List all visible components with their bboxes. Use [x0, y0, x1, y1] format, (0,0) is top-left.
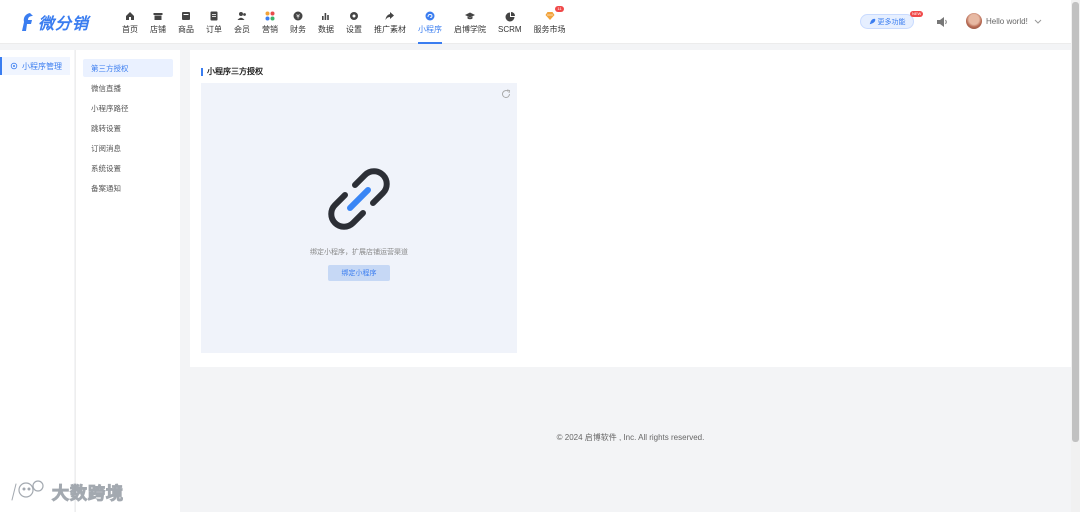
- user-menu[interactable]: Hello world!: [966, 13, 1042, 29]
- nav-item-7[interactable]: 数据: [312, 0, 340, 44]
- rail-item-mini-program-manage[interactable]: 小程序管理: [0, 57, 70, 75]
- more-features-label: 更多功能: [877, 18, 906, 26]
- nav-item-11[interactable]: 启博学院: [448, 0, 492, 44]
- rocket-icon: [869, 18, 875, 25]
- data-icon: [320, 10, 332, 22]
- sub-menu-item[interactable]: 系统设置: [83, 159, 173, 177]
- bind-mini-program-button[interactable]: 绑定小程序: [328, 265, 390, 281]
- main-card: 小程序三方授权 绑定小程序，扩展店铺运营渠道 绑定小程序: [190, 50, 1071, 367]
- nav-item-13[interactable]: 服务市场 11: [528, 0, 572, 44]
- order-icon: [208, 10, 220, 22]
- new-badge: NEW: [910, 11, 924, 17]
- finance-icon: ¥: [293, 11, 303, 20]
- svg-text:¥: ¥: [296, 13, 300, 20]
- nav-item-label: 小程序: [418, 24, 442, 34]
- nav-item-label: 首页: [122, 24, 138, 34]
- logo-mark-icon: [22, 13, 33, 31]
- nav-item-label: 数据: [318, 24, 334, 34]
- gear-icon: [10, 62, 18, 70]
- academy-icon: [465, 12, 475, 19]
- user-name: Hello world!: [986, 16, 1028, 26]
- marketing-icon: [265, 11, 275, 20]
- panel-description: 绑定小程序，扩展店铺运营渠道: [310, 249, 408, 256]
- watermark-logo-icon: [10, 480, 44, 502]
- watermark: 大数跨境: [8, 478, 124, 504]
- nav-item-12[interactable]: SCRM: [492, 0, 528, 44]
- sub-menu-item[interactable]: 第三方授权: [83, 59, 173, 77]
- sub-menu: 第三方授权微信直播小程序路径跳转设置订阅消息系统设置备案通知: [75, 50, 180, 512]
- nav-item-label: SCRM: [498, 24, 522, 34]
- nav-item-2[interactable]: 商品: [172, 0, 200, 44]
- member-icon: [237, 11, 246, 20]
- watermark-text: 大数跨境: [52, 483, 124, 503]
- settings-icon: [350, 11, 358, 20]
- mini-program-icon: [425, 11, 435, 20]
- store-icon: [153, 12, 163, 20]
- finance-icon: ¥: [292, 10, 304, 22]
- sub-menu-item[interactable]: 订阅消息: [83, 139, 173, 157]
- footer-copyright: © 2024 启博软件 , Inc. All rights reserved.: [556, 433, 705, 442]
- market-icon: [545, 11, 555, 20]
- nav-item-label: 服务市场: [533, 24, 566, 34]
- academy-icon: [464, 10, 476, 22]
- share-icon: [384, 10, 396, 22]
- nav-item-label: 启博学院: [454, 24, 486, 34]
- logo-text: 微分销: [38, 14, 90, 33]
- nav-item-label: 商品: [178, 24, 194, 34]
- nav-item-6[interactable]: ¥ 财务: [284, 0, 312, 44]
- scrm-icon: [504, 11, 516, 23]
- nav-item-label: 财务: [290, 24, 306, 34]
- order-icon: [210, 11, 218, 20]
- product-icon: [182, 11, 190, 20]
- market-icon: [544, 10, 556, 22]
- sub-menu-item[interactable]: 跳转设置: [83, 119, 173, 137]
- nav-item-4[interactable]: 会员: [228, 0, 256, 44]
- nav-item-0[interactable]: 首页: [116, 0, 144, 44]
- mini-program-icon: [424, 10, 436, 22]
- link-icon: [328, 168, 390, 230]
- auth-panel: 绑定小程序，扩展店铺运营渠道 绑定小程序: [201, 83, 517, 353]
- scrm-icon: [505, 11, 515, 21]
- nav-item-3[interactable]: 订单: [200, 0, 228, 44]
- product-icon: [180, 10, 192, 22]
- more-features-button[interactable]: 更多功能: [860, 14, 914, 29]
- nav-item-label: 店铺: [150, 24, 166, 34]
- home-icon: [124, 10, 136, 22]
- sub-menu-item[interactable]: 微信直播: [83, 79, 173, 97]
- store-icon: [152, 10, 164, 22]
- share-icon: [385, 11, 394, 20]
- chevron-down-icon: [1034, 19, 1042, 24]
- home-icon: [126, 11, 134, 20]
- nav-item-9[interactable]: 推广素材: [368, 0, 412, 44]
- member-icon: [236, 10, 248, 22]
- refresh-icon[interactable]: [501, 89, 511, 99]
- nav-item-5[interactable]: 营销: [256, 0, 284, 44]
- sub-menu-item[interactable]: 备案通知: [83, 179, 173, 197]
- notification-badge: 11: [555, 6, 564, 12]
- scrollbar-thumb[interactable]: [1072, 2, 1079, 442]
- nav-item-label: 推广素材: [374, 24, 406, 34]
- nav-item-1[interactable]: 店铺: [144, 0, 172, 44]
- nav-item-label: 设置: [346, 24, 362, 34]
- sub-menu-item[interactable]: 小程序路径: [83, 99, 173, 117]
- left-rail: 小程序管理: [0, 50, 74, 512]
- marketing-icon: [264, 10, 276, 22]
- rail-item-label: 小程序管理: [22, 61, 62, 71]
- page-scrollbar[interactable]: [1071, 0, 1080, 512]
- nav-item-label: 营销: [262, 24, 278, 34]
- sub-menu-list: 第三方授权微信直播小程序路径跳转设置订阅消息系统设置备案通知: [76, 50, 180, 197]
- page-title: 小程序三方授权: [201, 66, 263, 77]
- speaker-icon[interactable]: [935, 15, 949, 29]
- data-icon: [322, 12, 329, 20]
- settings-icon: [348, 10, 360, 22]
- avatar: [966, 13, 982, 29]
- main-nav: 首页 店铺 商品 订单 会员 营销 ¥ 财务 数据 设置 推广素材 小程序 启博学院 SCRM 服务市场 11: [116, 0, 572, 44]
- nav-item-label: 订单: [206, 24, 222, 34]
- nav-item-10[interactable]: 小程序: [412, 0, 448, 44]
- nav-item-label: 会员: [234, 24, 250, 34]
- top-bar: 微分销 首页 店铺 商品 订单 会员 营销 ¥ 财务 数据 设置 推广素材 小程序 启博学院 SCRM 服务…: [0, 0, 1071, 44]
- app-logo[interactable]: 微分销: [20, 10, 89, 34]
- nav-item-8[interactable]: 设置: [340, 0, 368, 44]
